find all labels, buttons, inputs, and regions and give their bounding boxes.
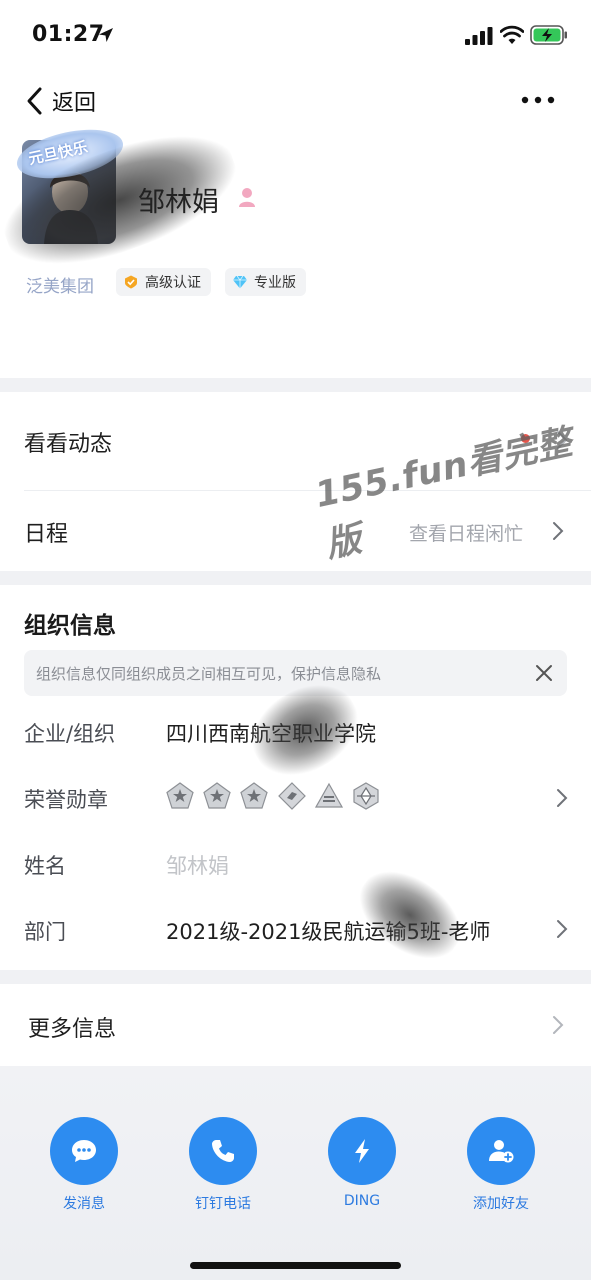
department-row[interactable]: 部门 2021级-2021级民航运输5班-老师 (0, 900, 591, 958)
certified-icon (125, 275, 137, 289)
name-field-value: 邹林娟 (166, 854, 229, 878)
add-friend-button[interactable]: 添加好友 (456, 1117, 546, 1213)
send-message-button[interactable]: 发消息 (39, 1117, 129, 1213)
more-info-row[interactable]: 更多信息 (0, 984, 591, 1066)
lightning-icon (355, 1139, 369, 1163)
org-info-title: 组织信息 (24, 613, 116, 639)
triangle-badge-icon (315, 782, 343, 808)
chevron-right-icon (557, 920, 568, 938)
hexagon-badge-icon (353, 782, 379, 810)
profile-org-name[interactable]: 泛美集团 (26, 272, 94, 297)
section-separator (0, 571, 591, 585)
location-arrow-icon (99, 28, 113, 42)
tag-professional[interactable]: 专业版 (225, 268, 306, 296)
section-separator (0, 378, 591, 392)
home-indicator (190, 1262, 401, 1269)
pentagon-badge-icon (203, 782, 231, 809)
moments-label: 看看动态 (24, 432, 113, 457)
chevron-right-icon (557, 789, 568, 807)
dingtalk-call-label: 钉钉电话 (195, 1196, 251, 1212)
ding-label: DING (343, 1193, 381, 1209)
pentagon-badge-icon (166, 782, 194, 809)
close-icon[interactable] (535, 664, 553, 682)
more-options-icon[interactable] (520, 90, 556, 110)
ding-button[interactable]: DING (317, 1117, 407, 1209)
female-gender-icon (239, 188, 255, 207)
phone-icon (212, 1140, 234, 1162)
back-button[interactable]: 返回 (24, 85, 96, 117)
back-label: 返回 (52, 91, 97, 116)
add-friend-label: 添加好友 (473, 1196, 529, 1212)
schedule-label: 日程 (24, 522, 69, 547)
tag-certified[interactable]: 高级认证 (116, 268, 211, 296)
cellular-signal-icon (465, 27, 493, 45)
chevron-right-icon (553, 522, 564, 540)
chevron-left-icon (27, 87, 42, 115)
wifi-icon (500, 25, 524, 44)
chevron-right-icon (553, 1016, 564, 1034)
add-friend-icon (489, 1140, 514, 1163)
dingtalk-call-button[interactable]: 钉钉电话 (178, 1117, 268, 1213)
profile-name: 邹林娟 (138, 187, 219, 218)
org-field-label: 企业/组织 (24, 722, 116, 746)
name-field-label: 姓名 (24, 854, 66, 878)
battery-charging-icon (530, 25, 567, 45)
pentagon-badge-icon (240, 782, 268, 809)
send-message-label: 发消息 (63, 1196, 105, 1212)
section-separator (0, 970, 591, 984)
tag-professional-label: 专业版 (254, 275, 296, 291)
status-time: 01:27 (32, 22, 105, 47)
diamond-icon (233, 275, 247, 289)
more-info-label: 更多信息 (28, 1017, 117, 1042)
tag-certified-label: 高级认证 (145, 275, 201, 291)
message-icon (72, 1140, 96, 1162)
honor-badges-label: 荣誉勋章 (24, 788, 108, 812)
department-label: 部门 (24, 920, 66, 944)
